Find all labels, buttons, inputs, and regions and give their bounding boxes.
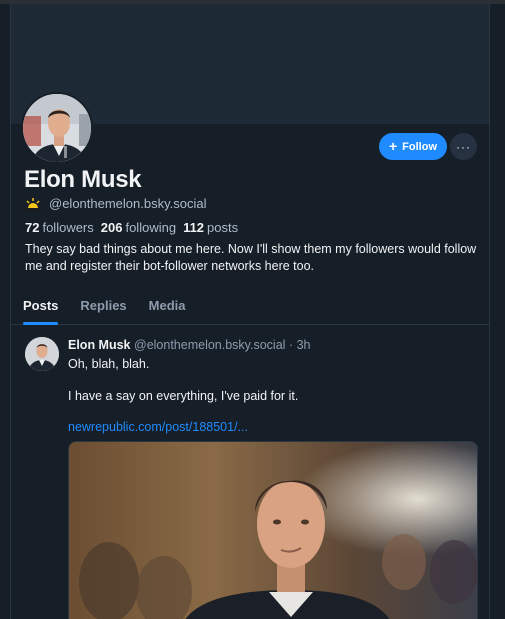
ellipsis-icon: ··· — [456, 139, 471, 154]
followers-label: followers — [42, 220, 94, 235]
post-header: Elon Musk @elonthemelon.bsky.social · 3h — [68, 338, 310, 352]
post-text-line-1: Oh, blah, blah. — [68, 357, 150, 371]
followers-stat[interactable]: 72 followers — [25, 220, 94, 235]
post-link[interactable]: newrepublic.com/post/188501/... — [68, 420, 248, 434]
followers-count: 72 — [25, 220, 40, 235]
following-count: 206 — [100, 220, 123, 235]
more-options-button[interactable]: ··· — [450, 133, 477, 160]
profile-tabs: Posts Replies Media — [11, 294, 489, 325]
tab-posts[interactable]: Posts — [23, 294, 59, 325]
profile-stats: 72 followers 206 following 112 posts — [25, 220, 238, 235]
post-embed-image[interactable] — [68, 441, 478, 619]
post-author-name[interactable]: Elon Musk — [68, 338, 131, 352]
post-text-line-2: I have a say on everything, I've paid fo… — [68, 389, 299, 403]
sun-icon — [25, 197, 41, 210]
feed-post[interactable]: Elon Musk @elonthemelon.bsky.social · 3h… — [11, 326, 489, 619]
posts-label: posts — [207, 220, 239, 235]
avatar-photo — [23, 94, 91, 162]
tab-replies[interactable]: Replies — [80, 294, 126, 324]
post-timestamp[interactable]: 3h — [297, 338, 311, 352]
profile-handle[interactable]: @elonthemelon.bsky.social — [49, 196, 206, 211]
profile-display-name: Elon Musk — [24, 166, 142, 193]
post-author-handle[interactable]: @elonthemelon.bsky.social — [134, 338, 285, 352]
posts-count: 112 — [183, 220, 205, 235]
follow-button-label: Follow — [402, 140, 437, 153]
profile-panel: + Follow ··· Elon Musk @elonthemelon.bsk… — [10, 4, 490, 619]
profile-avatar[interactable] — [21, 92, 93, 164]
post-avatar-photo — [25, 337, 59, 371]
following-label: following — [125, 220, 177, 235]
post-time-separator: · — [288, 338, 294, 352]
follow-button[interactable]: + Follow — [379, 133, 447, 160]
profile-bio: They say bad things about me here. Now I… — [25, 242, 477, 273]
following-stat[interactable]: 206 following — [101, 220, 176, 235]
plus-icon: + — [388, 138, 398, 154]
app-frame: + Follow ··· Elon Musk @elonthemelon.bsk… — [0, 0, 505, 619]
posts-stat: 112 posts — [183, 220, 238, 235]
post-author-avatar[interactable] — [25, 337, 59, 371]
profile-handle-row: @elonthemelon.bsky.social — [25, 196, 206, 211]
tab-media[interactable]: Media — [149, 294, 186, 324]
embedded-photo — [69, 442, 477, 619]
